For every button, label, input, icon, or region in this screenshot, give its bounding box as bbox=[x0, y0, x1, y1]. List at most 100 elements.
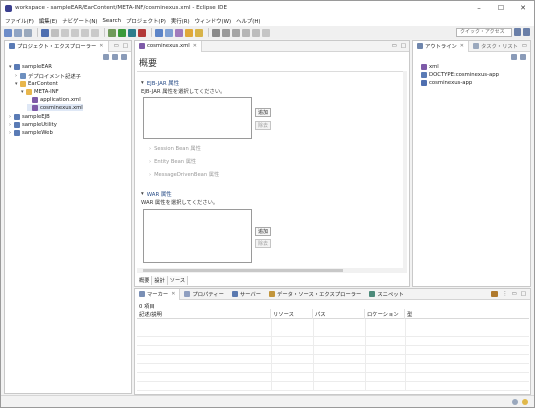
quick-access-input[interactable]: クイック・アクセス bbox=[456, 28, 512, 37]
step-into-icon[interactable] bbox=[91, 28, 99, 37]
tree-item-meta-inf[interactable]: ▾ META-INF bbox=[21, 88, 59, 95]
column-resource[interactable]: リソース bbox=[271, 309, 313, 319]
maximize-view-icon[interactable]: □ bbox=[401, 43, 406, 49]
column-path[interactable]: パス bbox=[313, 309, 365, 319]
menu-search[interactable]: Search bbox=[102, 18, 121, 24]
tab-project-explorer[interactable]: プロジェクト・エクスプローラー ✕ bbox=[5, 40, 109, 52]
forward-icon[interactable] bbox=[252, 28, 260, 37]
skip-breakpoints-icon[interactable] bbox=[51, 28, 59, 37]
debug-icon[interactable] bbox=[108, 28, 116, 37]
view-menu-icon[interactable]: ⋮ bbox=[502, 291, 508, 297]
close-icon[interactable]: ✕ bbox=[171, 291, 175, 297]
chevron-right-icon[interactable]: › bbox=[149, 159, 151, 165]
back-icon[interactable] bbox=[242, 28, 250, 37]
chevron-right-icon[interactable]: › bbox=[149, 146, 151, 152]
minimize-view-icon[interactable]: ▭ bbox=[512, 291, 517, 297]
tree-item-application-xml[interactable]: application.xml bbox=[27, 96, 81, 103]
collapse-all-icon[interactable] bbox=[511, 54, 517, 60]
chevron-down-icon[interactable]: ▾ bbox=[141, 191, 144, 197]
tab-data-source-explorer[interactable]: データ・ソース・エクスプローラー bbox=[265, 289, 365, 300]
minimize-view-icon[interactable]: ▭ bbox=[522, 43, 527, 49]
menu-file[interactable]: ファイル(F) bbox=[5, 17, 34, 25]
tab-properties[interactable]: プロパティー bbox=[180, 289, 227, 300]
column-description[interactable]: 記述/説明 bbox=[137, 309, 271, 319]
new-server-icon[interactable] bbox=[155, 28, 163, 37]
war-add-button[interactable]: 追加 bbox=[255, 227, 271, 236]
tab-design[interactable]: 設計 bbox=[152, 276, 168, 285]
ejb-jar-section-header[interactable]: ▾ EJB-JAR 属性 bbox=[141, 79, 179, 87]
ejb-remove-button[interactable]: 除去 bbox=[255, 121, 271, 130]
tab-servers[interactable]: サーバー bbox=[228, 289, 265, 300]
war-remove-button[interactable]: 除去 bbox=[255, 239, 271, 248]
column-location[interactable]: ロケーション bbox=[365, 309, 405, 319]
menu-navigate[interactable]: ナビゲート(N) bbox=[62, 17, 97, 25]
new-package-icon[interactable] bbox=[175, 28, 183, 37]
ejb-jar-list[interactable] bbox=[143, 97, 252, 139]
new-icon[interactable] bbox=[4, 28, 12, 37]
open-perspective-icon[interactable] bbox=[514, 28, 521, 36]
tree-item-deployment-descriptor[interactable]: › デプロイメント記述子 bbox=[15, 72, 81, 80]
collapse-all-icon[interactable] bbox=[103, 54, 109, 60]
open-type-icon[interactable] bbox=[195, 28, 203, 37]
tab-task-list[interactable]: タスク・リスト bbox=[469, 41, 522, 52]
close-icon[interactable]: ✕ bbox=[99, 43, 103, 49]
entity-bean-section[interactable]: › Entity Bean 属性 bbox=[149, 158, 196, 166]
session-bean-section[interactable]: › Session Bean 属性 bbox=[149, 145, 201, 153]
coverage-icon[interactable] bbox=[138, 28, 146, 37]
war-list[interactable] bbox=[143, 209, 252, 263]
war-section-header[interactable]: ▾ WAR 属性 bbox=[141, 190, 172, 198]
search-icon[interactable] bbox=[212, 28, 220, 37]
tip-icon[interactable] bbox=[522, 399, 528, 405]
minimize-view-icon[interactable]: ▭ bbox=[392, 43, 397, 49]
tree-item-cosminexus-xml[interactable]: cosminexus.xml bbox=[27, 104, 83, 111]
tab-outline[interactable]: アウトライン ✕ bbox=[413, 40, 469, 52]
chevron-right-icon[interactable]: › bbox=[149, 172, 151, 178]
tree-item-sampleejb[interactable]: › sampleEJB bbox=[9, 113, 50, 120]
vertical-scrollbar[interactable] bbox=[403, 71, 407, 273]
outline-item-cosminexus-app[interactable]: cosminexus-app bbox=[421, 79, 472, 86]
terminal-icon[interactable] bbox=[41, 28, 49, 37]
close-icon[interactable]: ✕ bbox=[193, 43, 197, 49]
outline-item-doctype[interactable]: DOCTYPE:cosminexus-app bbox=[421, 71, 499, 78]
menu-window[interactable]: ウィンドウ(W) bbox=[195, 17, 232, 25]
run-icon[interactable] bbox=[118, 28, 126, 37]
pin-editor-icon[interactable] bbox=[262, 28, 270, 37]
resume-icon[interactable] bbox=[61, 28, 69, 37]
progress-icon[interactable] bbox=[512, 399, 518, 405]
close-icon[interactable]: ✕ bbox=[460, 43, 464, 49]
chevron-down-icon[interactable]: ▾ bbox=[141, 80, 144, 86]
tree-item-earcontent[interactable]: ▾ EarContent bbox=[15, 80, 58, 87]
tree-item-sampleutility[interactable]: › sampleUtility bbox=[9, 121, 57, 128]
horizontal-scrollbar[interactable] bbox=[137, 268, 405, 273]
ejb-add-button[interactable]: 追加 bbox=[255, 108, 271, 117]
external-tools-icon[interactable] bbox=[128, 28, 136, 37]
minimize-view-icon[interactable]: ▭ bbox=[114, 43, 119, 49]
tree-item-sampleweb[interactable]: › sampleWeb bbox=[9, 129, 53, 136]
maximize-view-icon[interactable]: □ bbox=[123, 43, 128, 49]
view-menu-icon[interactable] bbox=[121, 54, 127, 60]
tab-snippets[interactable]: スニペット bbox=[365, 289, 408, 300]
maximize-button[interactable]: ☐ bbox=[490, 1, 512, 15]
menu-project[interactable]: プロジェクト(P) bbox=[126, 17, 166, 25]
close-button[interactable]: ✕ bbox=[512, 1, 534, 15]
java-ee-perspective-icon[interactable] bbox=[523, 28, 530, 36]
web-browser-icon[interactable] bbox=[165, 28, 173, 37]
prev-annotation-icon[interactable] bbox=[232, 28, 240, 37]
link-editor-icon[interactable] bbox=[112, 54, 118, 60]
tree-item-sampleear[interactable]: ▾ sampleEAR bbox=[9, 63, 52, 70]
filter-icon[interactable] bbox=[491, 291, 499, 297]
menu-help[interactable]: ヘルプ(H) bbox=[236, 17, 260, 25]
new-class-icon[interactable] bbox=[185, 28, 193, 37]
suspend-icon[interactable] bbox=[71, 28, 79, 37]
tab-overview[interactable]: 概要 bbox=[137, 276, 153, 285]
menu-run[interactable]: 実行(R) bbox=[171, 17, 190, 25]
save-icon[interactable] bbox=[14, 28, 22, 37]
scrollbar-thumb[interactable] bbox=[143, 269, 343, 272]
menu-edit[interactable]: 編集(E) bbox=[39, 17, 57, 25]
tab-cosminexus-xml[interactable]: cosminexus.xml ✕ bbox=[135, 40, 202, 52]
tab-markers[interactable]: マーカー ✕ bbox=[135, 288, 181, 300]
tab-source[interactable]: ソース bbox=[167, 276, 189, 285]
view-menu-icon[interactable] bbox=[520, 54, 526, 60]
save-all-icon[interactable] bbox=[24, 28, 32, 37]
terminate-icon[interactable] bbox=[81, 28, 89, 37]
